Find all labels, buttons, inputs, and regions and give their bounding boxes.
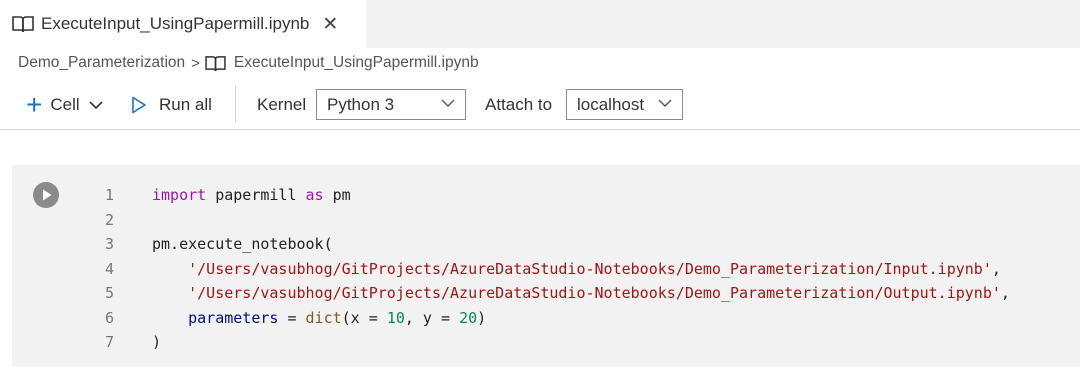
chevron-right-icon: > <box>191 54 200 72</box>
kernel-value: Python 3 <box>327 94 395 114</box>
code-token: '/Users/vasubhog/GitProjects/AzureDataSt… <box>188 284 1001 302</box>
close-icon[interactable]: ✕ <box>322 15 338 34</box>
code-line: pm.execute_notebook( <box>152 233 333 255</box>
attach-select[interactable]: localhost <box>566 89 683 120</box>
code-token: , y = <box>404 309 460 327</box>
code-token: parameters <box>188 309 279 327</box>
code-token: (x = <box>341 309 387 327</box>
run-all-button[interactable]: Run all <box>131 80 212 130</box>
notebook-icon <box>12 16 34 33</box>
line-number: 6 <box>104 309 114 327</box>
breadcrumb: Demo_Parameterization > ExecuteInput_Usi… <box>18 52 479 74</box>
breadcrumb-file[interactable]: ExecuteInput_UsingPapermill.ipynb <box>234 54 479 72</box>
code-token: , <box>1000 284 1010 302</box>
attach-value: localhost <box>577 94 645 114</box>
code-token: 10 <box>386 309 405 327</box>
toolbar-divider <box>235 86 236 122</box>
code-token: = <box>278 309 306 327</box>
code-token: dict <box>305 309 342 327</box>
code-token: ) <box>152 333 162 351</box>
line-number: 2 <box>104 211 114 229</box>
attach-label: Attach to <box>485 80 552 130</box>
add-cell-button[interactable]: + Cell <box>26 80 103 130</box>
code-line: import papermill as pm <box>152 184 351 206</box>
code-token: import <box>152 186 207 204</box>
code-token: '/Users/vasubhog/GitProjects/AzureDataSt… <box>188 260 992 278</box>
line-number: 5 <box>104 284 114 302</box>
line-number: 3 <box>104 235 114 253</box>
tab-notebook[interactable]: ExecuteInput_UsingPapermill.ipynb ✕ <box>0 0 366 48</box>
cell-label: Cell <box>50 95 80 114</box>
tab-bar: ExecuteInput_UsingPapermill.ipynb ✕ <box>0 0 1080 48</box>
code-token: pm.execute_notebook( <box>152 235 333 253</box>
code-token: , <box>991 260 1001 278</box>
line-number: 4 <box>104 260 114 278</box>
chevron-down-icon <box>658 99 672 107</box>
kernel-label-text: Kernel <box>257 95 307 114</box>
code-token: 20 <box>459 309 478 327</box>
chevron-down-icon <box>89 101 103 110</box>
code-token: papermill <box>206 186 306 204</box>
code-token: as <box>305 186 324 204</box>
code-token: ) <box>477 309 487 327</box>
kernel-label: Kernel <box>257 80 306 130</box>
code-line: '/Users/vasubhog/GitProjects/AzureDataSt… <box>152 258 1001 280</box>
attach-label-text: Attach to <box>485 95 553 114</box>
plus-icon: + <box>26 89 43 120</box>
code-line: '/Users/vasubhog/GitProjects/AzureDataSt… <box>152 282 1010 304</box>
code-line: parameters = dict(x = 10, y = 20) <box>152 307 486 329</box>
code-cell[interactable]: 1 import papermill as pm 2 3 pm.execute_note… <box>12 165 1080 367</box>
notebook-icon <box>205 55 226 71</box>
code-token: pm <box>323 186 351 204</box>
kernel-select[interactable]: Python 3 <box>316 89 466 120</box>
notebook-toolbar: + Cell Run all Kernel Python 3 Attach to… <box>0 80 1080 130</box>
chevron-down-icon <box>441 99 455 107</box>
breadcrumb-folder[interactable]: Demo_Parameterization <box>18 54 185 72</box>
run-all-label: Run all <box>159 95 212 114</box>
run-icon <box>132 96 146 114</box>
code-line: ) <box>152 331 161 353</box>
tab-title: ExecuteInput_UsingPapermill.ipynb <box>41 14 310 33</box>
line-number: 1 <box>104 186 114 204</box>
line-number: 7 <box>104 333 114 351</box>
